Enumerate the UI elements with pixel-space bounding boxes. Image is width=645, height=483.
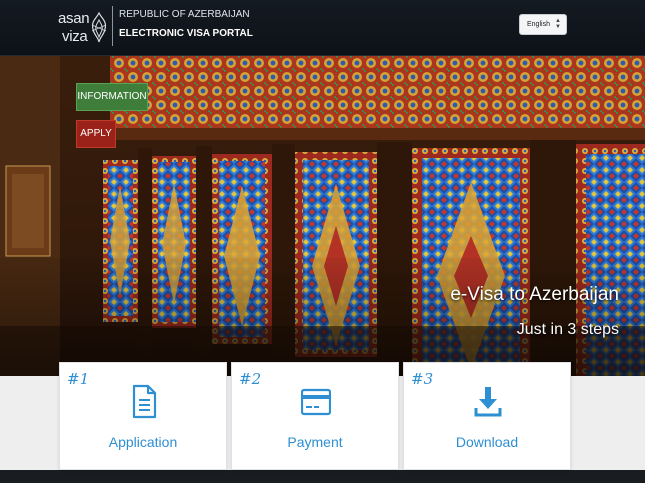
step-number: #2 [239, 370, 262, 388]
logo-text-viza: viza [62, 28, 88, 45]
country-title: REPUBLIC OF AZERBAIJAN [119, 9, 250, 20]
document-icon [132, 384, 157, 419]
step-number: #3 [411, 370, 434, 388]
step-label: Payment [287, 434, 343, 450]
information-button[interactable]: INFORMATION [76, 83, 148, 111]
step-label: Application [108, 434, 178, 450]
step-card-download[interactable]: #3 Download [403, 362, 571, 470]
language-select[interactable]: English ▲ ▼ [519, 14, 567, 35]
visa-portal-page: asan viza REPUBLIC OF AZERBAIJAN ELECTRO… [0, 0, 645, 483]
step-card-application[interactable]: #1 Application [59, 362, 227, 470]
hero-subtagline: Just in 3 steps [516, 321, 619, 338]
flame-emblem-icon [91, 11, 107, 43]
header-divider [112, 6, 113, 46]
logo-text-asan: asan [58, 10, 90, 27]
portal-title: ELECTRONIC VISA PORTAL [119, 28, 253, 39]
asan-viza-logo[interactable]: asan viza [58, 9, 108, 49]
apply-button[interactable]: APPLY [76, 120, 116, 148]
credit-card-icon [301, 388, 331, 416]
select-arrows-icon: ▲ ▼ [555, 18, 561, 30]
hero-tagline: e-Visa to Azerbaijan [450, 284, 619, 305]
step-card-payment[interactable]: #2 Payment [231, 362, 399, 470]
site-header: asan viza REPUBLIC OF AZERBAIJAN ELECTRO… [0, 0, 645, 56]
footer-strip [0, 470, 645, 483]
language-select-value: English [527, 21, 550, 28]
download-icon [474, 387, 502, 417]
step-label: Download [455, 434, 519, 450]
hero-banner: INFORMATION APPLY e-Visa to Azerbaijan J… [0, 56, 645, 376]
hero-gradient-overlay [0, 258, 645, 376]
step-number: #1 [67, 370, 90, 388]
